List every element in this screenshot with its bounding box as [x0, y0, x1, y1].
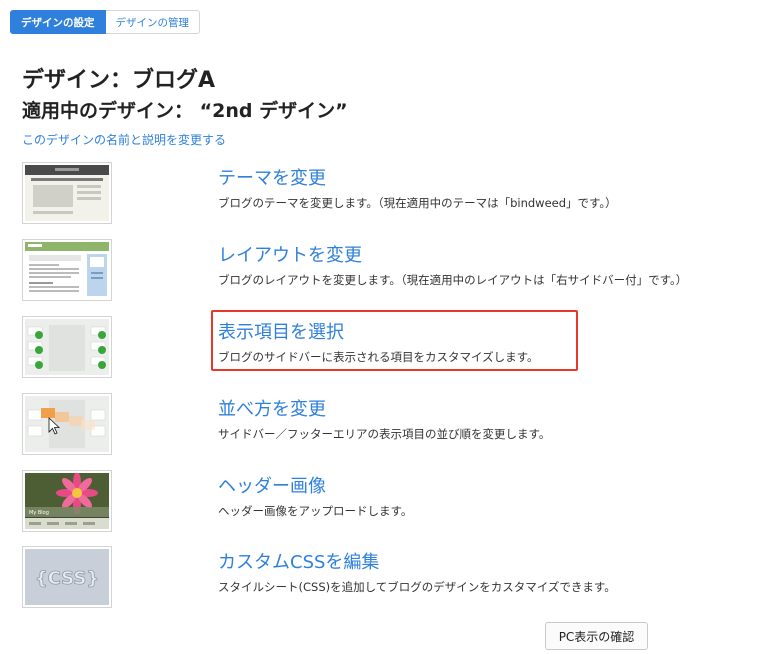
drag-reorder-thumbnail-image	[25, 396, 109, 452]
css-thumbnail-image: {CSS}	[25, 549, 109, 605]
tab-design-management[interactable]: デザインの管理	[105, 10, 200, 34]
change-order-description: サイドバー／フッターエリアの表示項目の並び順を変更します。	[218, 427, 551, 441]
header-image-description: ヘッダー画像をアップロードします。	[218, 504, 413, 518]
current-design-title: 適用中のデザイン： “2nd デザイン”	[22, 100, 348, 122]
change-theme-link[interactable]: テーマを変更	[218, 164, 326, 190]
change-order-link[interactable]: 並べ方を変更	[218, 395, 326, 421]
change-theme-description: ブログのテーマを変更します。（現在適用中のテーマは「bindweed」です。）	[218, 196, 617, 210]
css-thumbnail-label: {CSS}	[35, 568, 99, 589]
list-item-header-image: My Blog ヘッダー画像 ヘッダー画像をアップロードします。	[0, 470, 778, 534]
header-thumbnail-title: My Blog	[29, 510, 49, 516]
highlight-box	[211, 310, 578, 371]
theme-thumbnail[interactable]	[22, 162, 112, 224]
tab-bar: デザインの設定 デザインの管理	[10, 10, 200, 34]
list-item-theme: テーマを変更 ブログのテーマを変更します。（現在適用中のテーマは「bindwee…	[0, 162, 778, 226]
list-item-custom-css: {CSS} カスタムCSSを編集 スタイルシート(CSS)を追加してブログのデザ…	[0, 546, 778, 610]
flower-header-thumbnail-image: My Blog	[25, 473, 109, 529]
list-item-reorder: 並べ方を変更 サイドバー／フッターエリアの表示項目の並び順を変更します。	[0, 393, 778, 457]
theme-thumbnail-image	[25, 165, 109, 221]
flower-header-thumbnail[interactable]: My Blog	[22, 470, 112, 532]
rename-design-link[interactable]: このデザインの名前と説明を変更する	[22, 131, 226, 148]
drag-reorder-thumbnail[interactable]	[22, 393, 112, 455]
page-title: デザイン：ブログA	[22, 68, 216, 93]
pc-preview-button[interactable]: PC表示の確認	[545, 622, 648, 650]
checklist-thumbnail-image	[25, 319, 109, 375]
checklist-thumbnail[interactable]	[22, 316, 112, 378]
header-image-link[interactable]: ヘッダー画像	[218, 472, 326, 498]
edit-custom-css-link[interactable]: カスタムCSSを編集	[218, 548, 379, 574]
css-thumbnail[interactable]: {CSS}	[22, 546, 112, 608]
tab-design-settings[interactable]: デザインの設定	[10, 10, 106, 34]
list-item-layout: レイアウトを変更 ブログのレイアウトを変更します。（現在適用中のレイアウトは「右…	[0, 239, 778, 303]
change-layout-description: ブログのレイアウトを変更します。（現在適用中のレイアウトは「右サイドバー付」です…	[218, 273, 688, 287]
change-layout-link[interactable]: レイアウトを変更	[218, 241, 362, 267]
layout-thumbnail[interactable]	[22, 239, 112, 301]
edit-custom-css-description: スタイルシート(CSS)を追加してブログのデザインをカスタマイズできます。	[218, 580, 616, 594]
layout-thumbnail-image	[25, 242, 109, 298]
